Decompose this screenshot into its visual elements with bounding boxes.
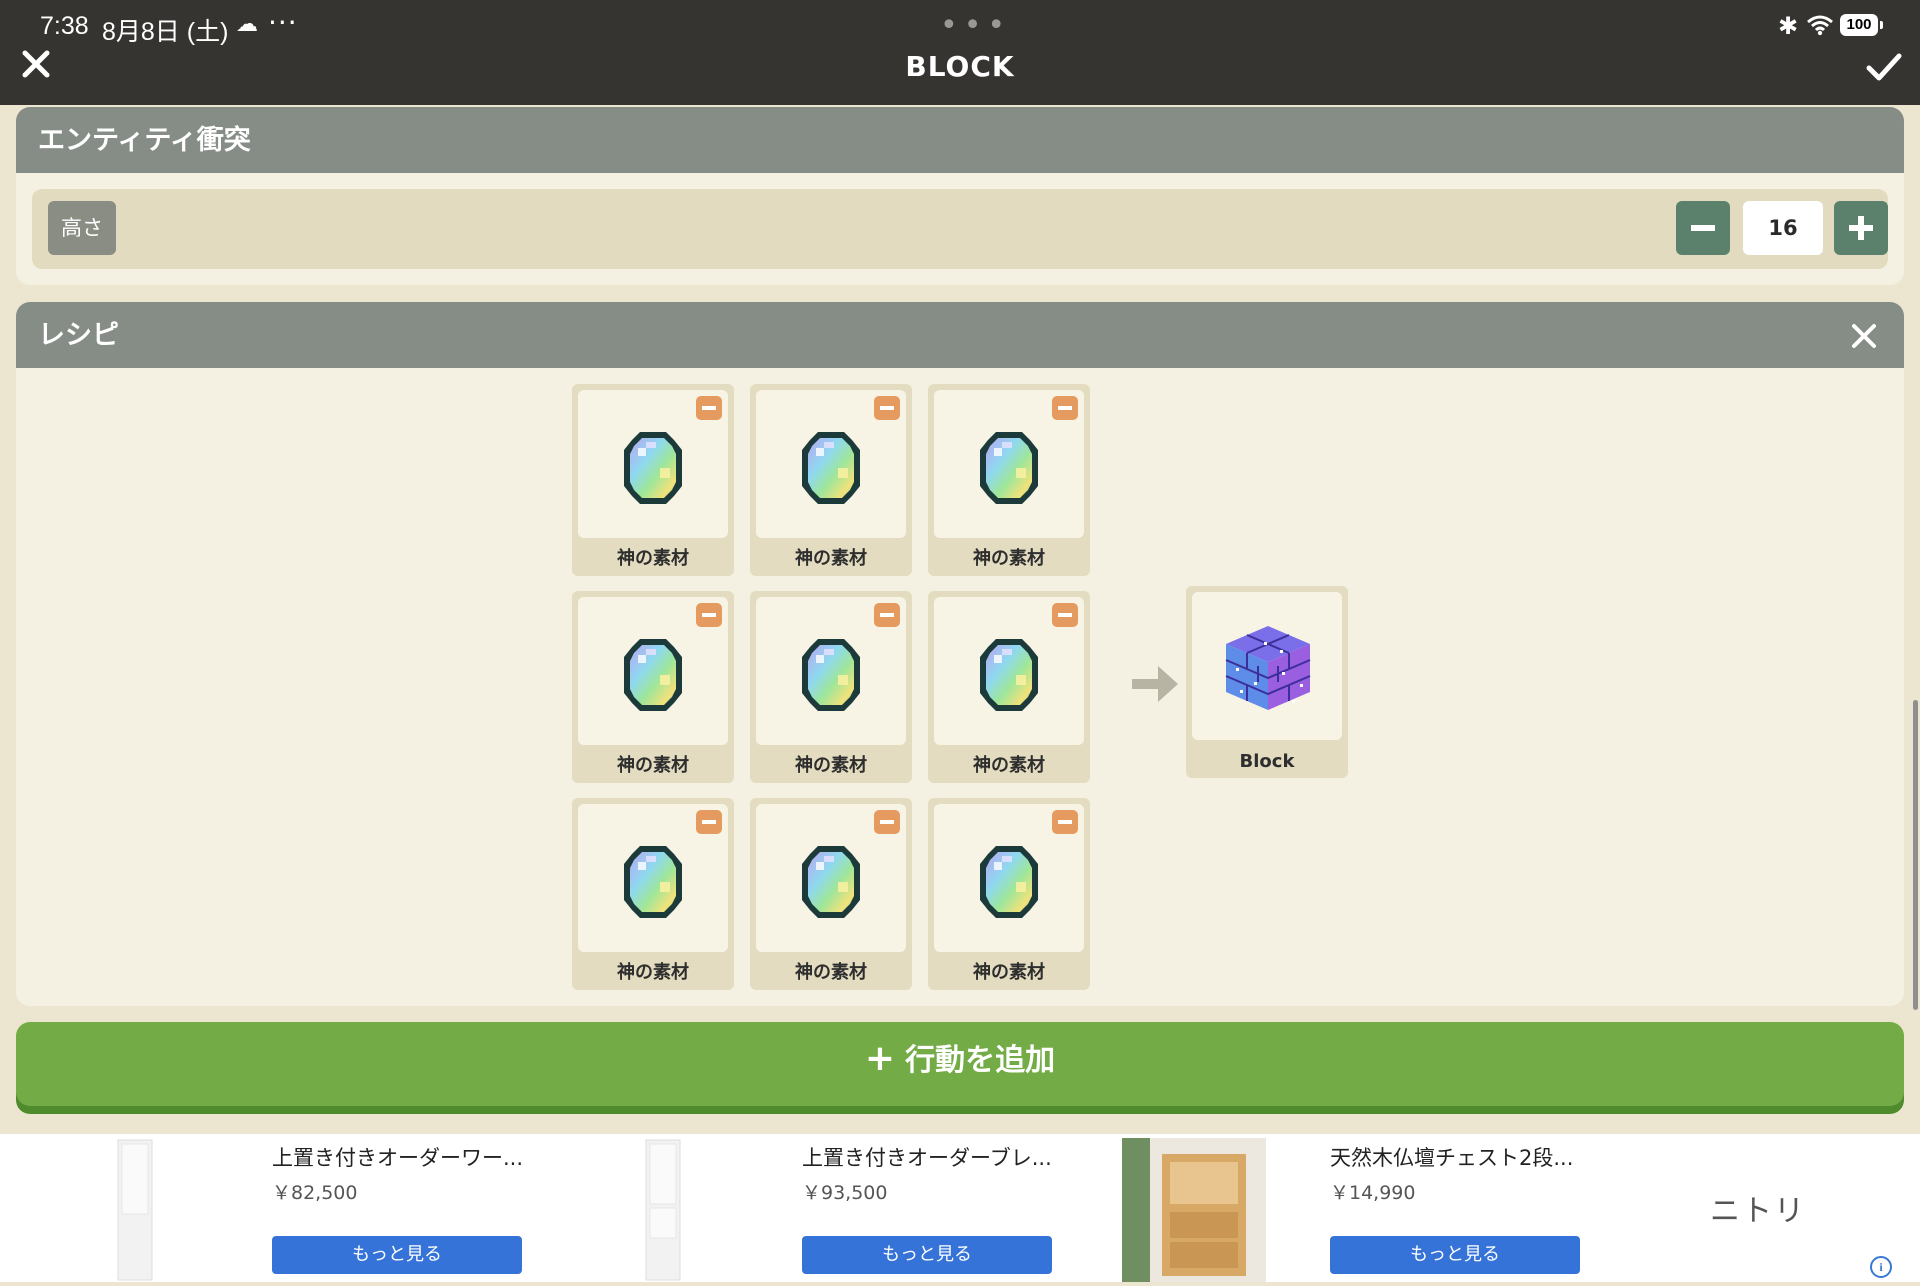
arrow-right-icon: [1132, 666, 1178, 702]
result-label: Block: [1239, 751, 1295, 772]
gem-icon: [802, 432, 860, 504]
see-more-button[interactable]: もっと見る: [1330, 1236, 1580, 1274]
increment-button[interactable]: [1834, 201, 1888, 255]
ingredient-slot[interactable]: 神の素材: [928, 384, 1090, 576]
gem-icon: [624, 432, 682, 504]
ad-title: 上置き付きオーダーブレ...: [802, 1146, 1052, 1170]
add-action-button[interactable]: + 行動を追加: [16, 1022, 1904, 1106]
cloud-icon: ☁: [236, 12, 258, 37]
ad-title: 上置き付きオーダーワー...: [272, 1146, 524, 1170]
height-label: 高さ: [48, 201, 116, 255]
gem-icon: [624, 846, 682, 918]
remove-ingredient-button[interactable]: [1052, 810, 1078, 834]
ad-card[interactable]: 上置き付きオーダーブレ... ￥93,500 もっと見る: [530, 1134, 1058, 1282]
gem-icon: [980, 846, 1038, 918]
ad-card[interactable]: 天然木仏壇チェスト2段... ￥14,990 もっと見る: [1058, 1134, 1586, 1282]
checkmark-icon[interactable]: [1866, 52, 1902, 82]
height-row: 高さ 16: [32, 189, 1888, 269]
wifi-icon: [1807, 15, 1833, 36]
cabinet-image: [117, 1139, 153, 1281]
ad-price: ￥14,990: [1330, 1182, 1416, 1204]
ingredient-label: 神の素材: [973, 962, 1045, 983]
minus-icon: [1691, 225, 1715, 231]
ad-banner: 上置き付きオーダーワー... ￥82,500 もっと見る 上置き付きオーダーブレ…: [0, 1134, 1920, 1282]
close-icon[interactable]: [1850, 322, 1878, 350]
height-value[interactable]: 16: [1743, 201, 1823, 255]
product-image: [0, 1136, 240, 1282]
ingredient-label: 神の素材: [795, 962, 867, 983]
block-cube-icon: [1225, 626, 1311, 710]
ad-card[interactable]: 上置き付きオーダーワー... ￥82,500 もっと見る: [0, 1134, 528, 1282]
decrement-button[interactable]: [1676, 201, 1730, 255]
ingredient-slot[interactable]: 神の素材: [572, 591, 734, 783]
recipe-panel: レシピ 神の素材 神の素材 神の素材 神の素材 神の素材 神の素材 神の素材 神…: [16, 302, 1904, 1006]
result-slot[interactable]: Block: [1186, 586, 1348, 778]
multitask-dots-icon[interactable]: •••: [940, 8, 1011, 43]
remove-ingredient-button[interactable]: [696, 603, 722, 627]
ingredient-label: 神の素材: [795, 755, 867, 776]
ad-price: ￥93,500: [802, 1182, 888, 1204]
ingredient-label: 神の素材: [617, 548, 689, 569]
status-time: 7:38: [40, 12, 89, 40]
top-bar: 7:38 8月8日 (土) ☁ ··· ••• ✱ 100 BLOCK: [0, 0, 1920, 105]
ingredient-label: 神の素材: [795, 548, 867, 569]
page-title: BLOCK: [905, 50, 1015, 83]
status-more: ···: [268, 6, 298, 39]
remove-ingredient-button[interactable]: [1052, 396, 1078, 420]
ingredient-slot[interactable]: 神の素材: [750, 591, 912, 783]
advertiser-name[interactable]: ニトリ: [1710, 1186, 1806, 1230]
gem-icon: [980, 639, 1038, 711]
ingredient-slot[interactable]: 神の素材: [928, 798, 1090, 990]
status-date: 8月8日 (土): [102, 18, 229, 46]
ad-info-icon[interactable]: i: [1870, 1256, 1892, 1278]
gem-icon: [802, 846, 860, 918]
remove-ingredient-button[interactable]: [874, 603, 900, 627]
entity-collision-panel: エンティティ衝突 高さ 16: [16, 107, 1904, 285]
add-action-label: 行動を追加: [905, 1043, 1056, 1078]
result-image-frame: [1192, 592, 1342, 740]
ingredient-slot[interactable]: 神の素材: [750, 384, 912, 576]
plus-icon: [1849, 216, 1873, 240]
see-more-button[interactable]: もっと見る: [802, 1236, 1052, 1274]
ingredient-label: 神の素材: [973, 755, 1045, 776]
remove-ingredient-button[interactable]: [1052, 603, 1078, 627]
ingredient-slot[interactable]: 神の素材: [572, 384, 734, 576]
ingredient-label: 神の素材: [973, 548, 1045, 569]
ad-price: ￥82,500: [272, 1182, 358, 1204]
battery-icon: 100: [1840, 14, 1883, 36]
ingredient-slot[interactable]: 神の素材: [572, 798, 734, 990]
remove-ingredient-button[interactable]: [874, 810, 900, 834]
bluetooth-icon: ✱: [1778, 12, 1799, 40]
product-image: [1058, 1136, 1298, 1282]
remove-ingredient-button[interactable]: [874, 396, 900, 420]
remove-ingredient-button[interactable]: [696, 810, 722, 834]
panel-title: エンティティ衝突: [16, 107, 1904, 173]
ad-title: 天然木仏壇チェスト2段...: [1330, 1146, 1574, 1170]
product-image: [530, 1136, 770, 1282]
see-more-button[interactable]: もっと見る: [272, 1236, 522, 1274]
cabinet-image: [645, 1139, 681, 1281]
ingredient-label: 神の素材: [617, 755, 689, 776]
scrollbar[interactable]: [1913, 700, 1918, 1010]
altar-chest-image: [1122, 1138, 1266, 1282]
ingredient-slot[interactable]: 神の素材: [750, 798, 912, 990]
gem-icon: [802, 639, 860, 711]
gem-icon: [980, 432, 1038, 504]
plus-icon: +: [864, 1038, 896, 1079]
panel-title: レシピ: [16, 302, 1904, 368]
remove-ingredient-button[interactable]: [696, 396, 722, 420]
ingredient-label: 神の素材: [617, 962, 689, 983]
gem-icon: [624, 639, 682, 711]
ingredient-slot[interactable]: 神の素材: [928, 591, 1090, 783]
